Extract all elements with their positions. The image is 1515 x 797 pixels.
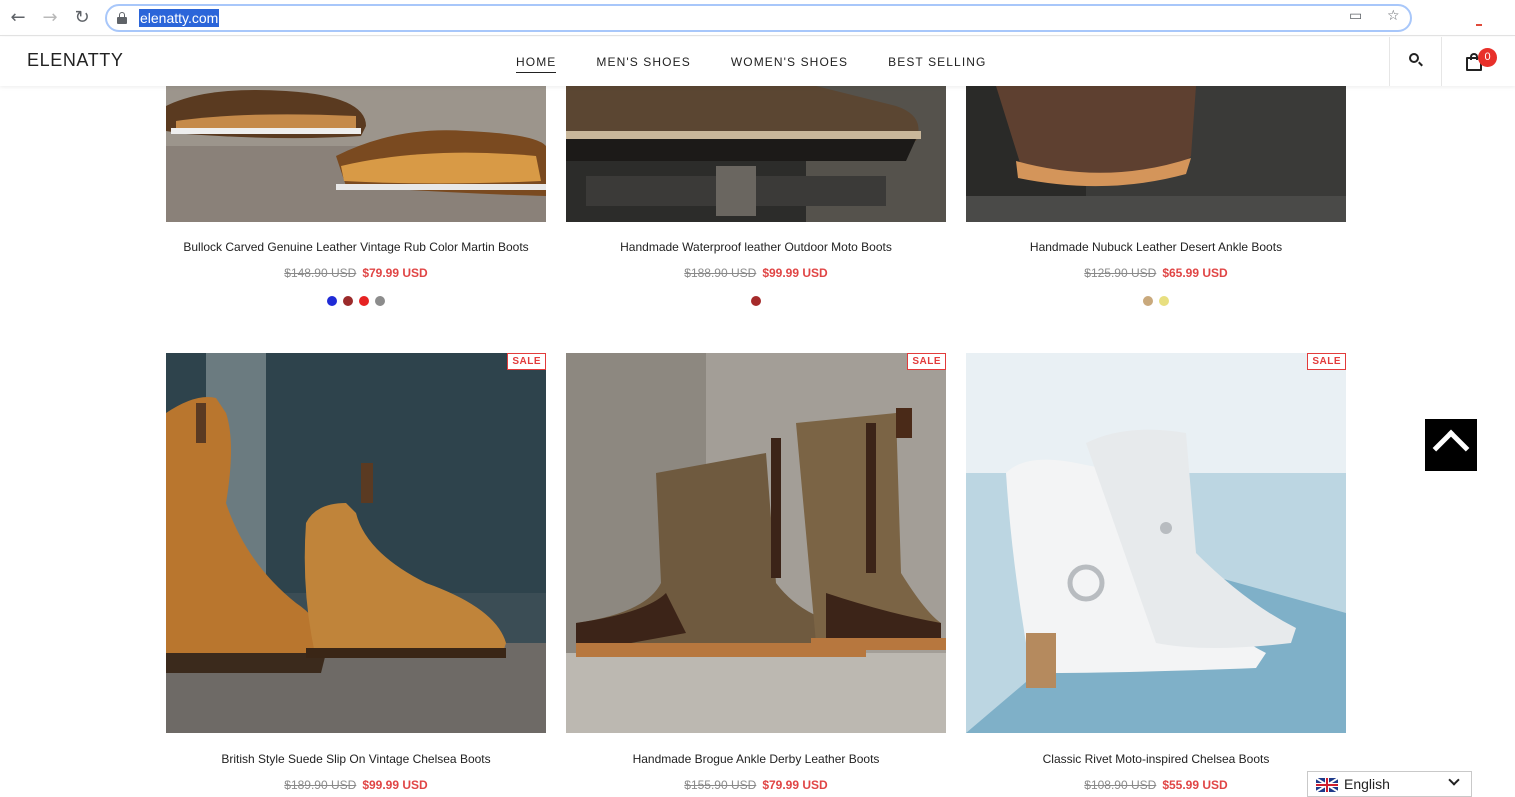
language-label: English	[1344, 776, 1390, 792]
original-price: $189.90 USD	[284, 778, 357, 792]
product-price: $188.90 USD $99.99 USD	[566, 266, 946, 280]
sale-badge: SALE	[507, 353, 546, 370]
chevron-up-icon	[1432, 429, 1470, 467]
product-title[interactable]: British Style Suede Slip On Vintage Chel…	[166, 752, 546, 766]
sale-price: $65.99 USD	[1162, 266, 1228, 280]
original-price: $155.90 USD	[684, 778, 757, 792]
menu-best-selling[interactable]: BEST SELLING	[888, 55, 986, 73]
color-swatches	[166, 293, 546, 311]
menu-home[interactable]: HOME	[516, 55, 557, 73]
chevron-down-icon	[1448, 774, 1460, 786]
sale-price: $55.99 USD	[1162, 778, 1228, 792]
product-image[interactable]	[166, 86, 546, 222]
product-image[interactable]: SALE	[966, 353, 1346, 733]
product-price: $189.90 USD $99.99 USD	[166, 778, 546, 792]
language-selector[interactable]: English	[1307, 771, 1472, 797]
bookmark-star-icon[interactable]: ☆	[1387, 8, 1400, 24]
color-swatch[interactable]	[1159, 296, 1169, 306]
original-price: $108.90 USD	[1084, 778, 1157, 792]
product-image[interactable]	[966, 86, 1346, 222]
original-price: $148.90 USD	[284, 266, 357, 280]
color-swatch[interactable]	[327, 296, 337, 306]
product-title[interactable]: Classic Rivet Moto-inspired Chelsea Boot…	[966, 752, 1346, 766]
main-menu: HOME MEN'S SHOES WOMEN'S SHOES BEST SELL…	[516, 55, 1026, 73]
sale-price: $79.99 USD	[362, 266, 428, 280]
search-icon[interactable]	[1408, 52, 1426, 70]
sale-price: $99.99 USD	[362, 778, 428, 792]
product-title[interactable]: Handmade Waterproof leather Outdoor Moto…	[566, 240, 946, 254]
back-icon[interactable]: ←	[6, 6, 30, 30]
lock-icon	[117, 12, 127, 24]
sale-badge: SALE	[907, 353, 946, 370]
menu-womens-shoes[interactable]: WOMEN'S SHOES	[731, 55, 848, 73]
address-bar[interactable]: elenatty.com ▭ ☆	[105, 4, 1412, 32]
product-image[interactable]: SALE	[166, 353, 546, 733]
color-swatch[interactable]	[1143, 296, 1153, 306]
back-to-top-button[interactable]	[1425, 419, 1477, 471]
menu-mens-shoes[interactable]: MEN'S SHOES	[596, 55, 690, 73]
color-swatches	[966, 293, 1346, 311]
product-price: $148.90 USD $79.99 USD	[166, 266, 546, 280]
install-app-icon[interactable]: ▭	[1349, 8, 1362, 24]
product-title[interactable]: Bullock Carved Genuine Leather Vintage R…	[166, 240, 546, 254]
product-price: $108.90 USD $55.99 USD	[966, 778, 1346, 792]
notification-indicator	[1476, 24, 1482, 26]
divider	[1389, 37, 1390, 86]
forward-icon[interactable]: →	[38, 6, 62, 30]
product-price: $155.90 USD $79.99 USD	[566, 778, 946, 792]
product-title[interactable]: Handmade Brogue Ankle Derby Leather Boot…	[566, 752, 946, 766]
color-swatches	[566, 293, 946, 311]
color-swatch[interactable]	[343, 296, 353, 306]
divider	[1441, 37, 1442, 86]
color-swatch[interactable]	[359, 296, 369, 306]
browser-toolbar: ← → ↻ elenatty.com ▭ ☆	[0, 0, 1515, 36]
product-image[interactable]	[566, 86, 946, 222]
site-logo[interactable]: ELENATTY	[27, 50, 124, 71]
sale-badge: SALE	[1307, 353, 1346, 370]
product-price: $125.90 USD $65.99 USD	[966, 266, 1346, 280]
product-image[interactable]: SALE	[566, 353, 946, 733]
cart-count-badge: 0	[1478, 48, 1497, 67]
product-title[interactable]: Handmade Nubuck Leather Desert Ankle Boo…	[966, 240, 1346, 254]
site-header: ELENATTY HOME MEN'S SHOES WOMEN'S SHOES …	[0, 37, 1515, 86]
sale-price: $79.99 USD	[762, 778, 828, 792]
original-price: $125.90 USD	[1084, 266, 1157, 280]
uk-flag-icon	[1316, 778, 1338, 792]
url-text[interactable]: elenatty.com	[139, 9, 220, 27]
reload-icon[interactable]: ↻	[70, 6, 94, 30]
color-swatch[interactable]	[751, 296, 761, 306]
color-swatch[interactable]	[375, 296, 385, 306]
sale-price: $99.99 USD	[762, 266, 828, 280]
original-price: $188.90 USD	[684, 266, 757, 280]
